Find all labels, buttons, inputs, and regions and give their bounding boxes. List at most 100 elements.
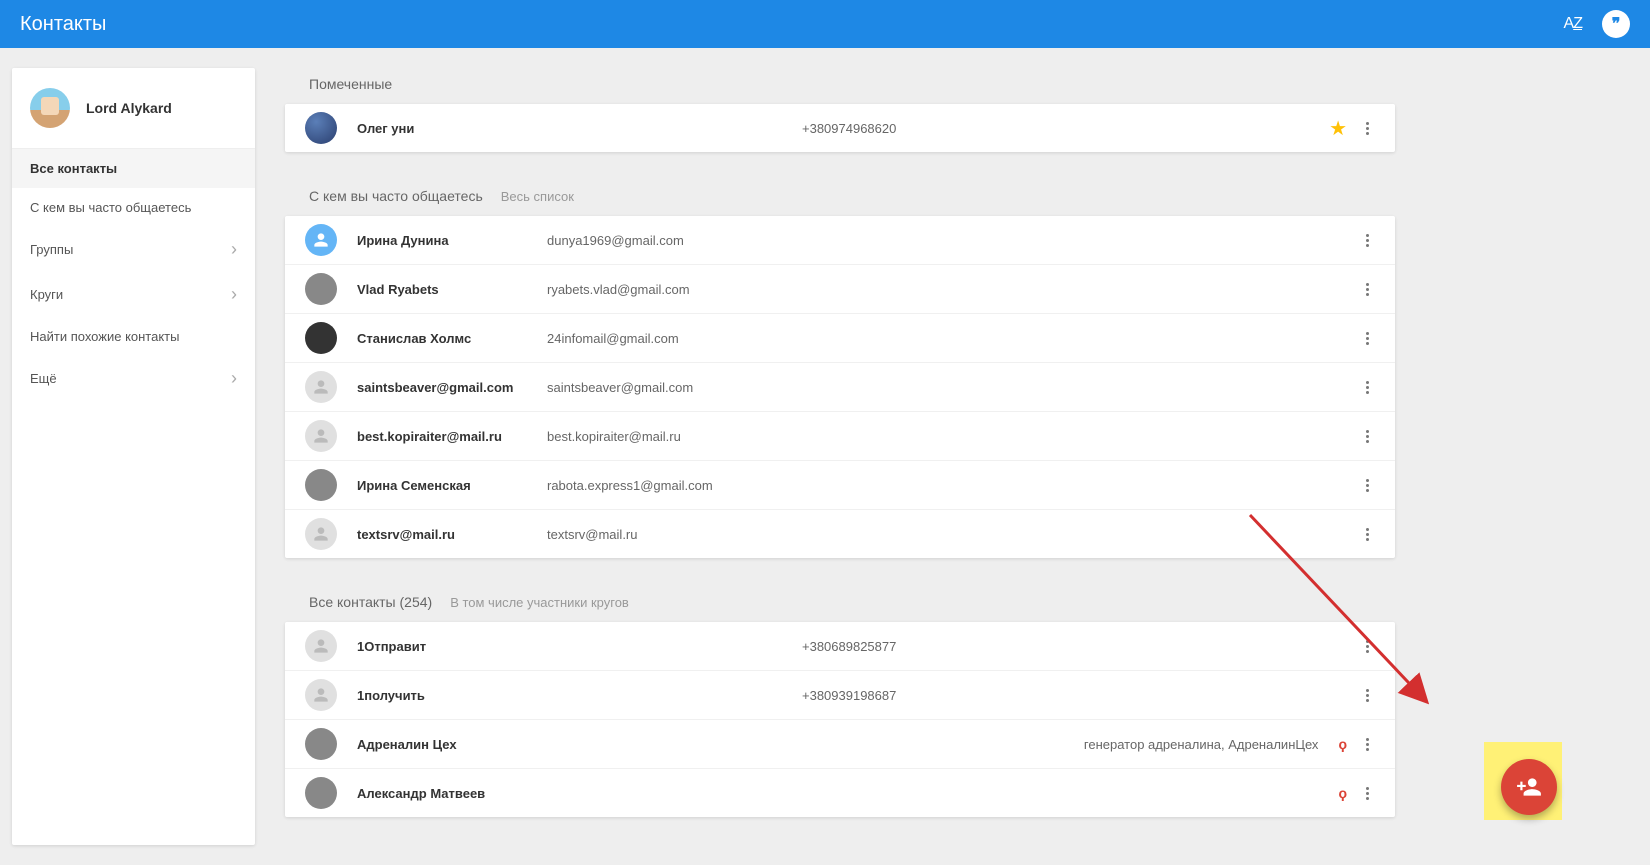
contact-name: best.kopiraiter@mail.ru xyxy=(357,429,547,444)
contact-avatar xyxy=(305,469,337,501)
contact-avatar xyxy=(305,112,337,144)
sidebar-item-label: Все контакты xyxy=(30,161,117,176)
gplus-icon[interactable]: ϙ xyxy=(1338,736,1347,752)
contact-row[interactable]: Vlad Ryabetsryabets.vlad@gmail.com xyxy=(285,265,1395,314)
sidebar-item-0[interactable]: Все контакты xyxy=(12,149,255,188)
chevron-right-icon: › xyxy=(231,368,237,389)
contact-avatar xyxy=(305,322,337,354)
all-header: Все контакты (254) В том числе участники… xyxy=(285,586,1395,622)
sidebar: Lord Alykard Все контакты С кем вы часто … xyxy=(12,68,255,845)
contact-row[interactable]: textsrv@mail.rutextsrv@mail.ru xyxy=(285,510,1395,558)
starred-card: Олег уни+380974968620★ xyxy=(285,104,1395,152)
contact-name: textsrv@mail.ru xyxy=(357,527,547,542)
contact-name: 1получить xyxy=(357,688,547,703)
more-menu-icon[interactable] xyxy=(1359,783,1375,804)
more-menu-icon[interactable] xyxy=(1359,636,1375,657)
more-menu-icon[interactable] xyxy=(1359,426,1375,447)
contact-phone: +380939198687 xyxy=(802,688,1057,703)
sidebar-item-label: Круги xyxy=(30,287,63,302)
chevron-right-icon: › xyxy=(231,284,237,305)
contact-actions xyxy=(1359,685,1375,706)
contact-name: Ирина Дунина xyxy=(357,233,547,248)
sidebar-item-5[interactable]: Ещё › xyxy=(12,356,255,401)
sidebar-item-label: Ещё xyxy=(30,371,57,386)
more-menu-icon[interactable] xyxy=(1359,475,1375,496)
contact-avatar xyxy=(305,679,337,711)
add-contact-fab[interactable] xyxy=(1501,759,1557,815)
sidebar-item-3[interactable]: Круги › xyxy=(12,272,255,317)
contact-avatar xyxy=(305,420,337,452)
contact-actions xyxy=(1359,230,1375,251)
more-menu-icon[interactable] xyxy=(1359,118,1375,139)
contact-row[interactable]: Станислав Холмс24infomail@gmail.com xyxy=(285,314,1395,363)
starred-title: Помеченные xyxy=(309,76,392,92)
contact-email: rabota.express1@gmail.com xyxy=(547,478,802,493)
contact-actions xyxy=(1359,426,1375,447)
contact-name: Ирина Семенская xyxy=(357,478,547,493)
sidebar-item-4[interactable]: Найти похожие контакты xyxy=(12,317,255,356)
all-card: 1Отправит +380689825877 1получить +38093919… xyxy=(285,622,1395,817)
more-menu-icon[interactable] xyxy=(1359,734,1375,755)
contact-name: Адреналин Цех xyxy=(357,737,547,752)
contact-email: textsrv@mail.ru xyxy=(547,527,802,542)
frequent-title: С кем вы часто общаетесь xyxy=(309,188,483,204)
more-menu-icon[interactable] xyxy=(1359,230,1375,251)
contact-avatar xyxy=(305,224,337,256)
contact-row[interactable]: Ирина Семенскаяrabota.express1@gmail.com xyxy=(285,461,1395,510)
contact-email: 24infomail@gmail.com xyxy=(547,331,802,346)
sidebar-item-label: Найти похожие контакты xyxy=(30,329,179,344)
contact-name: Александр Матвеев xyxy=(357,786,547,801)
contact-actions: ϙ xyxy=(1338,734,1375,755)
contact-actions xyxy=(1359,279,1375,300)
contact-row[interactable]: 1Отправит +380689825877 xyxy=(285,622,1395,671)
contact-name: 1Отправит xyxy=(357,639,547,654)
chevron-right-icon: › xyxy=(231,239,237,260)
contact-email: saintsbeaver@gmail.com xyxy=(547,380,802,395)
all-title: Все контакты (254) xyxy=(309,594,432,610)
profile-name: Lord Alykard xyxy=(86,100,172,116)
contact-row[interactable]: saintsbeaver@gmail.comsaintsbeaver@gmail… xyxy=(285,363,1395,412)
contact-name: Олег уни xyxy=(357,121,547,136)
more-menu-icon[interactable] xyxy=(1359,685,1375,706)
sidebar-item-1[interactable]: С кем вы часто общаетесь xyxy=(12,188,255,227)
contact-email: best.kopiraiter@mail.ru xyxy=(547,429,802,444)
frequent-all-link[interactable]: Весь список xyxy=(501,189,574,204)
more-menu-icon[interactable] xyxy=(1359,524,1375,545)
contact-actions xyxy=(1359,377,1375,398)
contact-actions xyxy=(1359,475,1375,496)
contact-name: Vlad Ryabets xyxy=(357,282,547,297)
add-person-icon xyxy=(1516,774,1542,800)
profile-section[interactable]: Lord Alykard xyxy=(12,68,255,149)
contact-actions xyxy=(1359,524,1375,545)
contact-row[interactable]: best.kopiraiter@mail.rubest.kopiraiter@m… xyxy=(285,412,1395,461)
contact-actions: ★ xyxy=(1329,116,1375,141)
contact-phone: +380689825877 xyxy=(802,639,1057,654)
sidebar-item-2[interactable]: Группы › xyxy=(12,227,255,272)
more-menu-icon[interactable] xyxy=(1359,279,1375,300)
hangouts-icon[interactable]: ❞ xyxy=(1602,10,1630,38)
starred-header: Помеченные xyxy=(285,68,1395,104)
contact-row[interactable]: Александр Матвеев ϙ xyxy=(285,769,1395,817)
gplus-icon[interactable]: ϙ xyxy=(1338,785,1347,801)
main-content: Помеченные Олег уни+380974968620★ С кем … xyxy=(285,68,1395,845)
profile-avatar xyxy=(30,88,70,128)
sort-az-button[interactable]: AZ xyxy=(1564,15,1582,33)
contact-avatar xyxy=(305,273,337,305)
contact-row[interactable]: Адреналин Цех генератор адреналина, Адрен… xyxy=(285,720,1395,769)
star-icon[interactable]: ★ xyxy=(1329,116,1347,141)
frequent-card: Ирина Дунинаdunya1969@gmail.comVlad Ryab… xyxy=(285,216,1395,558)
more-menu-icon[interactable] xyxy=(1359,328,1375,349)
contact-actions xyxy=(1359,328,1375,349)
app-title: Контакты xyxy=(20,13,1564,36)
contact-email: ryabets.vlad@gmail.com xyxy=(547,282,802,297)
sidebar-item-label: Группы xyxy=(30,242,73,257)
contact-row[interactable]: Ирина Дунинаdunya1969@gmail.com xyxy=(285,216,1395,265)
more-menu-icon[interactable] xyxy=(1359,377,1375,398)
all-circles-link[interactable]: В том числе участники кругов xyxy=(450,595,629,610)
contact-avatar xyxy=(305,630,337,662)
contact-row[interactable]: Олег уни+380974968620★ xyxy=(285,104,1395,152)
contact-extra: генератор адреналина, АдреналинЦех xyxy=(1057,737,1328,752)
contact-row[interactable]: 1получить +380939198687 xyxy=(285,671,1395,720)
contact-actions: ϙ xyxy=(1338,783,1375,804)
app-header: Контакты AZ ❞ xyxy=(0,0,1650,48)
